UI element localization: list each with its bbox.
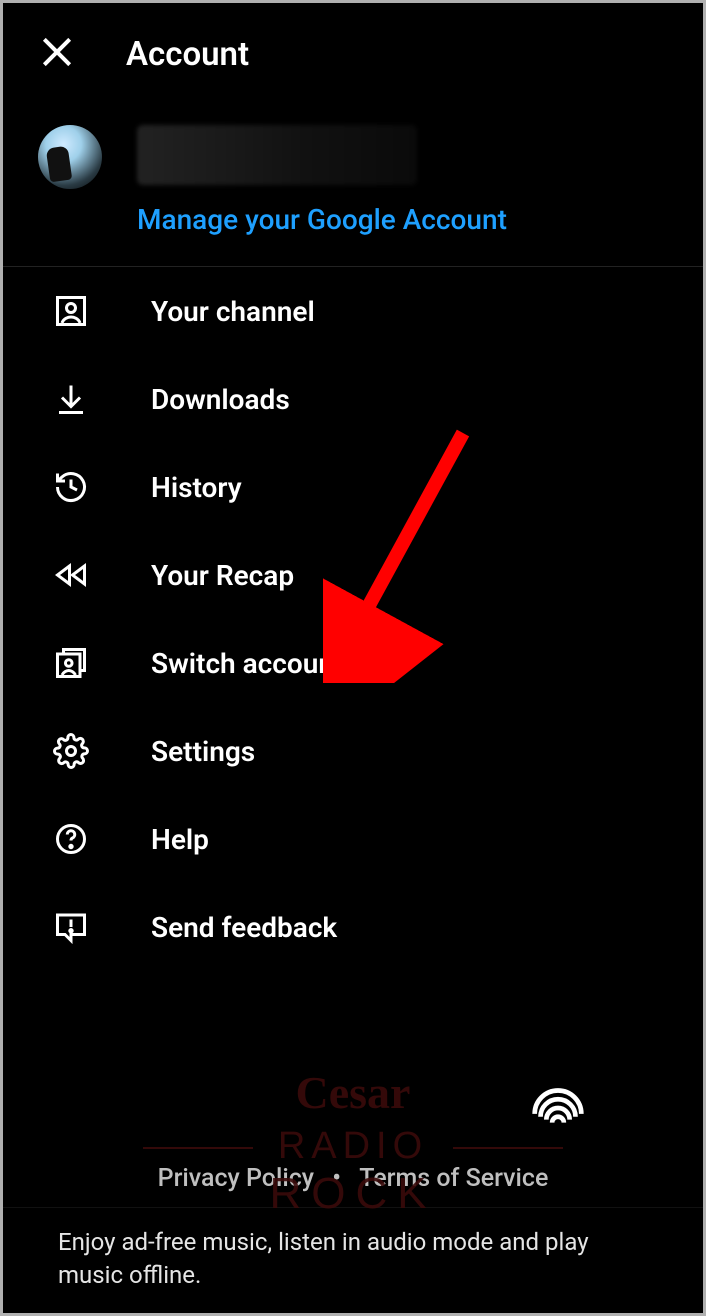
menu-item-history[interactable]: History xyxy=(3,443,703,531)
close-icon[interactable] xyxy=(38,33,76,75)
svg-text:RADIO: RADIO xyxy=(278,1125,428,1167)
gear-icon xyxy=(53,733,89,769)
menu-label: History xyxy=(151,471,242,504)
menu-label: Your channel xyxy=(151,295,315,328)
account-menu: Your channel Downloads History Your Reca… xyxy=(3,267,703,971)
menu-item-help[interactable]: Help xyxy=(3,795,703,883)
feedback-icon xyxy=(53,909,89,945)
watermark: Cesar RADIO ROCK xyxy=(143,1053,563,1223)
menu-item-downloads[interactable]: Downloads xyxy=(3,355,703,443)
premium-banner[interactable]: Enjoy ad-free music, listen in audio mod… xyxy=(3,1207,703,1313)
menu-label: Send feedback xyxy=(151,911,337,944)
terms-of-service-link[interactable]: Terms of Service xyxy=(353,1164,554,1193)
history-icon xyxy=(53,469,89,505)
menu-label: Switch account xyxy=(151,647,343,680)
menu-item-settings[interactable]: Settings xyxy=(3,707,703,795)
menu-item-your-channel[interactable]: Your channel xyxy=(3,267,703,355)
profile-text: Manage your Google Account xyxy=(137,125,668,236)
fingerprint-icon xyxy=(523,1073,593,1143)
privacy-policy-link[interactable]: Privacy Policy xyxy=(152,1164,320,1193)
separator-dot: • xyxy=(326,1164,347,1193)
menu-item-send-feedback[interactable]: Send feedback xyxy=(3,883,703,971)
profile-name-redacted xyxy=(137,125,417,185)
footer-links: Privacy Policy • Terms of Service xyxy=(3,1164,703,1193)
manage-google-account-link[interactable]: Manage your Google Account xyxy=(137,203,668,236)
page-title: Account xyxy=(126,35,249,74)
avatar[interactable] xyxy=(38,125,102,189)
svg-text:Cesar: Cesar xyxy=(296,1067,411,1118)
menu-item-your-recap[interactable]: Your Recap xyxy=(3,531,703,619)
premium-banner-text: Enjoy ad-free music, listen in audio mod… xyxy=(58,1228,589,1288)
switch-account-icon xyxy=(53,645,89,681)
rewind-icon xyxy=(53,557,89,593)
person-square-icon xyxy=(53,293,89,329)
header: Account xyxy=(3,3,703,95)
menu-label: Settings xyxy=(151,735,255,768)
help-icon xyxy=(53,821,89,857)
menu-label: Downloads xyxy=(151,383,290,416)
menu-item-switch-account[interactable]: Switch account xyxy=(3,619,703,707)
menu-label: Help xyxy=(151,823,209,856)
menu-label: Your Recap xyxy=(151,559,294,592)
profile-section: Manage your Google Account xyxy=(3,95,703,266)
download-icon xyxy=(53,381,89,417)
